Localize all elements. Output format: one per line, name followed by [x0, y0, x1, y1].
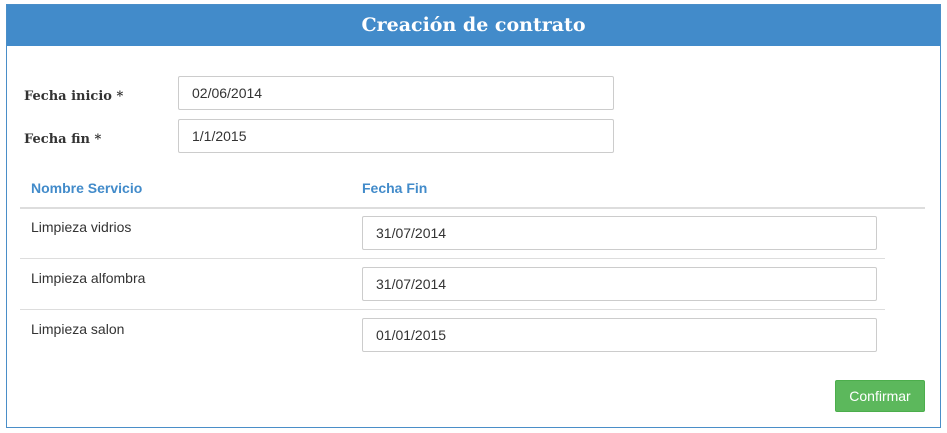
column-header-service-name: Nombre Servicio	[31, 180, 143, 196]
contract-panel: Creación de contrato Fecha inicio * Fech…	[6, 4, 941, 428]
column-header-end-date: Fecha Fin	[362, 180, 428, 196]
service-name: Limpieza vidrios	[31, 219, 132, 235]
row-divider	[20, 258, 885, 259]
service-name: Limpieza salon	[31, 321, 125, 337]
table-header-divider	[20, 207, 925, 209]
confirm-button[interactable]: Confirmar	[835, 380, 925, 412]
service-name: Limpieza alfombra	[31, 270, 146, 286]
end-date-input[interactable]	[178, 119, 614, 153]
service-end-date-input[interactable]	[362, 216, 877, 250]
service-end-date-input[interactable]	[362, 318, 877, 352]
end-date-label: Fecha fin *	[24, 132, 102, 147]
panel-title: Creación de contrato	[7, 5, 940, 46]
start-date-label: Fecha inicio *	[24, 89, 124, 104]
start-date-input[interactable]	[178, 76, 614, 110]
row-divider	[20, 309, 885, 310]
service-end-date-input[interactable]	[362, 267, 877, 301]
